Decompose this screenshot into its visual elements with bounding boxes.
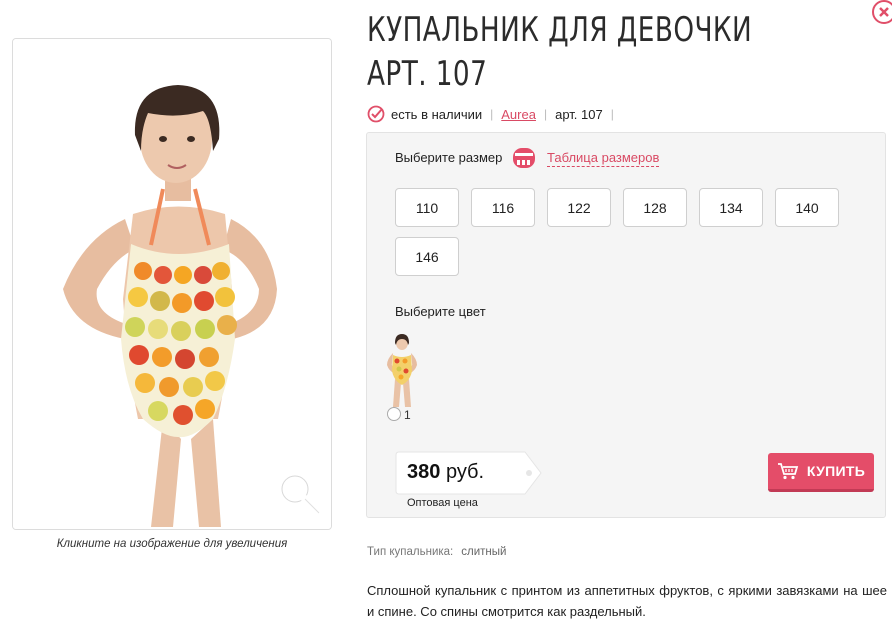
size-option-146[interactable]: 146: [395, 237, 459, 276]
size-option-110[interactable]: 110: [395, 188, 459, 227]
color-option-number: 1: [404, 408, 411, 422]
price-tag: 380 руб.: [395, 451, 543, 495]
separator: |: [543, 107, 548, 121]
page-title: КУПАЛЬНИК ДЛЯ ДЕВОЧКИ АРТ. 107: [367, 10, 753, 94]
price-amount: 380: [407, 461, 441, 483]
separator: |: [610, 107, 614, 121]
size-table-link[interactable]: Таблица размеров: [547, 150, 660, 167]
buy-button-label: КУПИТЬ: [806, 463, 866, 479]
color-option-radio[interactable]: [387, 407, 401, 421]
tape-measure-icon: [513, 148, 535, 168]
size-option-122[interactable]: 122: [547, 188, 611, 227]
cart-icon: [777, 463, 799, 480]
size-option-134[interactable]: 134: [699, 188, 763, 227]
close-button[interactable]: [872, 0, 892, 24]
swimsuit-type-row: Тип купальника: слитный: [367, 546, 506, 558]
color-label: Выберите цвет: [395, 304, 486, 319]
availability-status: есть в наличии: [391, 106, 483, 122]
price-value: 380 руб.: [407, 461, 484, 484]
price-currency: руб.: [445, 461, 485, 483]
color-swatch-image[interactable]: [381, 331, 421, 409]
size-label: Выберите размер: [395, 150, 503, 165]
article-number: арт. 107: [555, 106, 603, 122]
brand-link[interactable]: Aurea: [501, 107, 536, 122]
type-label: Тип купальника:: [367, 546, 454, 558]
size-option-116[interactable]: 116: [471, 188, 535, 227]
separator: |: [490, 107, 494, 121]
image-caption: Кликните на изображение для увеличения: [56, 538, 288, 550]
product-image[interactable]: [12, 38, 332, 530]
wholesale-price-note: Оптовая цена: [407, 497, 478, 509]
product-meta: есть в наличии | Aurea | арт. 107 |: [367, 104, 622, 124]
close-icon: [879, 7, 889, 17]
size-option-140[interactable]: 140: [775, 188, 839, 227]
zoom-icon[interactable]: [275, 469, 325, 519]
product-description: Сплошной купальник с принтом из аппетитн…: [367, 583, 887, 619]
type-value: слитный: [461, 546, 507, 558]
size-option-128[interactable]: 128: [623, 188, 687, 227]
product-options-panel: Выберите размер Таблица размеров 110 116…: [366, 132, 886, 518]
buy-button[interactable]: КУПИТЬ: [768, 453, 874, 492]
product-photo[interactable]: [13, 39, 332, 530]
check-circle-icon: [367, 105, 385, 123]
